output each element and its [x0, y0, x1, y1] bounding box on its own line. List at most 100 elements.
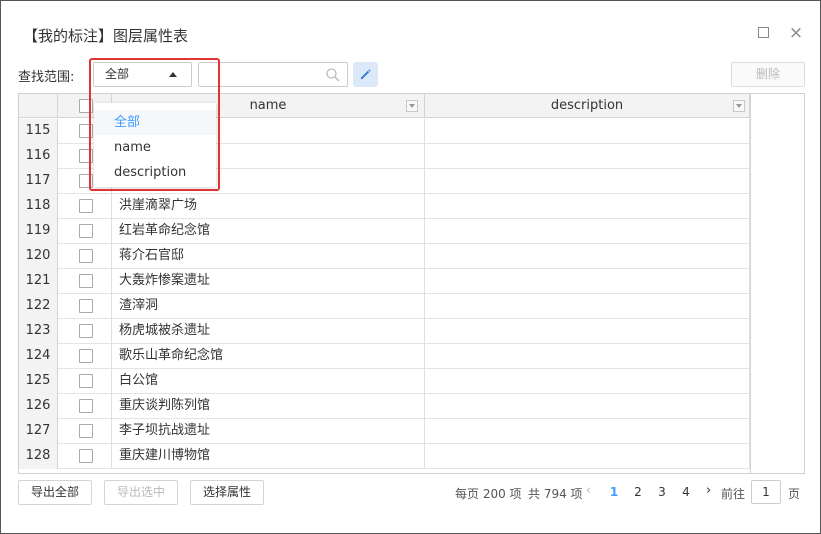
- search-scope-label: 查找范围:: [18, 70, 75, 85]
- row-select-cell: [58, 219, 112, 244]
- goto-label: 前往: [721, 487, 746, 501]
- description-cell[interactable]: [425, 344, 750, 369]
- row-number: 119: [19, 219, 58, 244]
- search-scope-select[interactable]: 全部: [93, 62, 192, 87]
- name-cell[interactable]: 蒋介石官邸: [112, 244, 425, 269]
- row-checkbox[interactable]: [79, 349, 93, 363]
- description-cell[interactable]: [425, 144, 750, 169]
- row-number: 121: [19, 269, 58, 294]
- column-menu-icon[interactable]: [406, 100, 418, 112]
- row-checkbox[interactable]: [79, 324, 93, 338]
- name-cell[interactable]: 洪崖滴翠广场: [112, 194, 425, 219]
- row-number: 116: [19, 144, 58, 169]
- description-cell[interactable]: [425, 269, 750, 294]
- row-select-cell: [58, 319, 112, 344]
- table-row[interactable]: 118 洪崖滴翠广场: [19, 194, 750, 219]
- name-cell[interactable]: 歌乐山革命纪念馆: [112, 344, 425, 369]
- row-checkbox[interactable]: [79, 399, 93, 413]
- row-checkbox[interactable]: [79, 199, 93, 213]
- description-cell[interactable]: [425, 244, 750, 269]
- page-number[interactable]: 1: [607, 485, 621, 499]
- table-row[interactable]: 122 渣滓洞: [19, 294, 750, 319]
- description-cell[interactable]: [425, 444, 750, 469]
- search-icon[interactable]: [325, 67, 341, 83]
- dialog-title: 【我的标注】图层属性表: [23, 27, 189, 45]
- row-number: 122: [19, 294, 58, 319]
- row-checkbox[interactable]: [79, 424, 93, 438]
- search-input[interactable]: [199, 63, 319, 86]
- row-checkbox[interactable]: [79, 299, 93, 313]
- row-checkbox[interactable]: [79, 249, 93, 263]
- description-cell[interactable]: [425, 294, 750, 319]
- column-menu-icon[interactable]: [733, 100, 745, 112]
- row-number: 127: [19, 419, 58, 444]
- next-page-icon[interactable]: ›: [706, 483, 711, 498]
- row-select-cell: [58, 369, 112, 394]
- table-row[interactable]: 119 红岩革命纪念馆: [19, 219, 750, 244]
- maximize-icon[interactable]: [753, 23, 773, 43]
- row-checkbox[interactable]: [79, 174, 93, 188]
- edit-button[interactable]: [353, 62, 378, 87]
- total-count-text: 共 794 项: [528, 487, 583, 501]
- table-row[interactable]: 124 歌乐山革命纪念馆: [19, 344, 750, 369]
- description-cell[interactable]: [425, 319, 750, 344]
- description-cell[interactable]: [425, 119, 750, 144]
- row-select-cell: [58, 444, 112, 469]
- name-cell[interactable]: 李子坝抗战遗址: [112, 419, 425, 444]
- column-header-description[interactable]: description: [425, 94, 750, 118]
- scope-option-description[interactable]: description: [94, 160, 216, 185]
- page-size-text[interactable]: 每页 200 项: [455, 485, 522, 502]
- select-all-checkbox[interactable]: [79, 99, 93, 113]
- description-cell[interactable]: [425, 394, 750, 419]
- scope-option-name[interactable]: name: [94, 135, 216, 160]
- page-number[interactable]: 4: [679, 485, 693, 499]
- name-cell[interactable]: 渣滓洞: [112, 294, 425, 319]
- row-number: 115: [19, 119, 58, 144]
- table-row[interactable]: 126 重庆谈判陈列馆: [19, 394, 750, 419]
- row-checkbox[interactable]: [79, 374, 93, 388]
- row-checkbox[interactable]: [79, 149, 93, 163]
- name-cell[interactable]: 红岩革命纪念馆: [112, 219, 425, 244]
- name-cell[interactable]: 白公馆: [112, 369, 425, 394]
- close-icon[interactable]: ×: [786, 23, 806, 43]
- attribute-table-dialog: 【我的标注】图层属性表 × 查找范围: 全部 删除 name descripti…: [0, 0, 821, 534]
- table-row[interactable]: 128 重庆建川博物馆: [19, 444, 750, 469]
- table-row[interactable]: 125 白公馆: [19, 369, 750, 394]
- description-cell[interactable]: [425, 194, 750, 219]
- row-number: 126: [19, 394, 58, 419]
- page-number[interactable]: 3: [655, 485, 669, 499]
- table-row[interactable]: 120 蒋介石官邸: [19, 244, 750, 269]
- row-number: 124: [19, 344, 58, 369]
- delete-button[interactable]: 删除: [731, 62, 805, 87]
- table-row[interactable]: 123 杨虎城被杀遗址: [19, 319, 750, 344]
- export-all-button[interactable]: 导出全部: [18, 480, 92, 505]
- export-selected-button[interactable]: 导出选中: [104, 480, 178, 505]
- row-checkbox[interactable]: [79, 124, 93, 138]
- description-cell[interactable]: [425, 419, 750, 444]
- scope-option-all[interactable]: 全部: [94, 110, 216, 135]
- description-cell[interactable]: [425, 369, 750, 394]
- name-cell[interactable]: 重庆建川博物馆: [112, 444, 425, 469]
- select-attributes-button[interactable]: 选择属性: [190, 480, 264, 505]
- table-row[interactable]: 121 大轰炸惨案遗址: [19, 269, 750, 294]
- prev-page-icon[interactable]: ‹: [586, 483, 591, 498]
- row-checkbox[interactable]: [79, 274, 93, 288]
- scope-dropdown-menu: 全部 name description: [94, 103, 216, 187]
- row-number-header: [19, 94, 58, 118]
- column-header-name-label: name: [249, 98, 287, 113]
- name-cell[interactable]: 重庆谈判陈列馆: [112, 394, 425, 419]
- row-number: 125: [19, 369, 58, 394]
- row-checkbox[interactable]: [79, 449, 93, 463]
- row-checkbox[interactable]: [79, 224, 93, 238]
- name-cell[interactable]: 杨虎城被杀遗址: [112, 319, 425, 344]
- goto-page-input[interactable]: 1: [751, 480, 781, 504]
- name-cell[interactable]: 大轰炸惨案遗址: [112, 269, 425, 294]
- grid-empty-area: [750, 94, 804, 473]
- page-number[interactable]: 2: [631, 485, 645, 499]
- description-cell[interactable]: [425, 219, 750, 244]
- column-header-description-label: description: [550, 98, 624, 113]
- description-cell[interactable]: [425, 169, 750, 194]
- page-suffix: 页: [788, 487, 801, 501]
- search-field[interactable]: [198, 62, 348, 87]
- table-row[interactable]: 127 李子坝抗战遗址: [19, 419, 750, 444]
